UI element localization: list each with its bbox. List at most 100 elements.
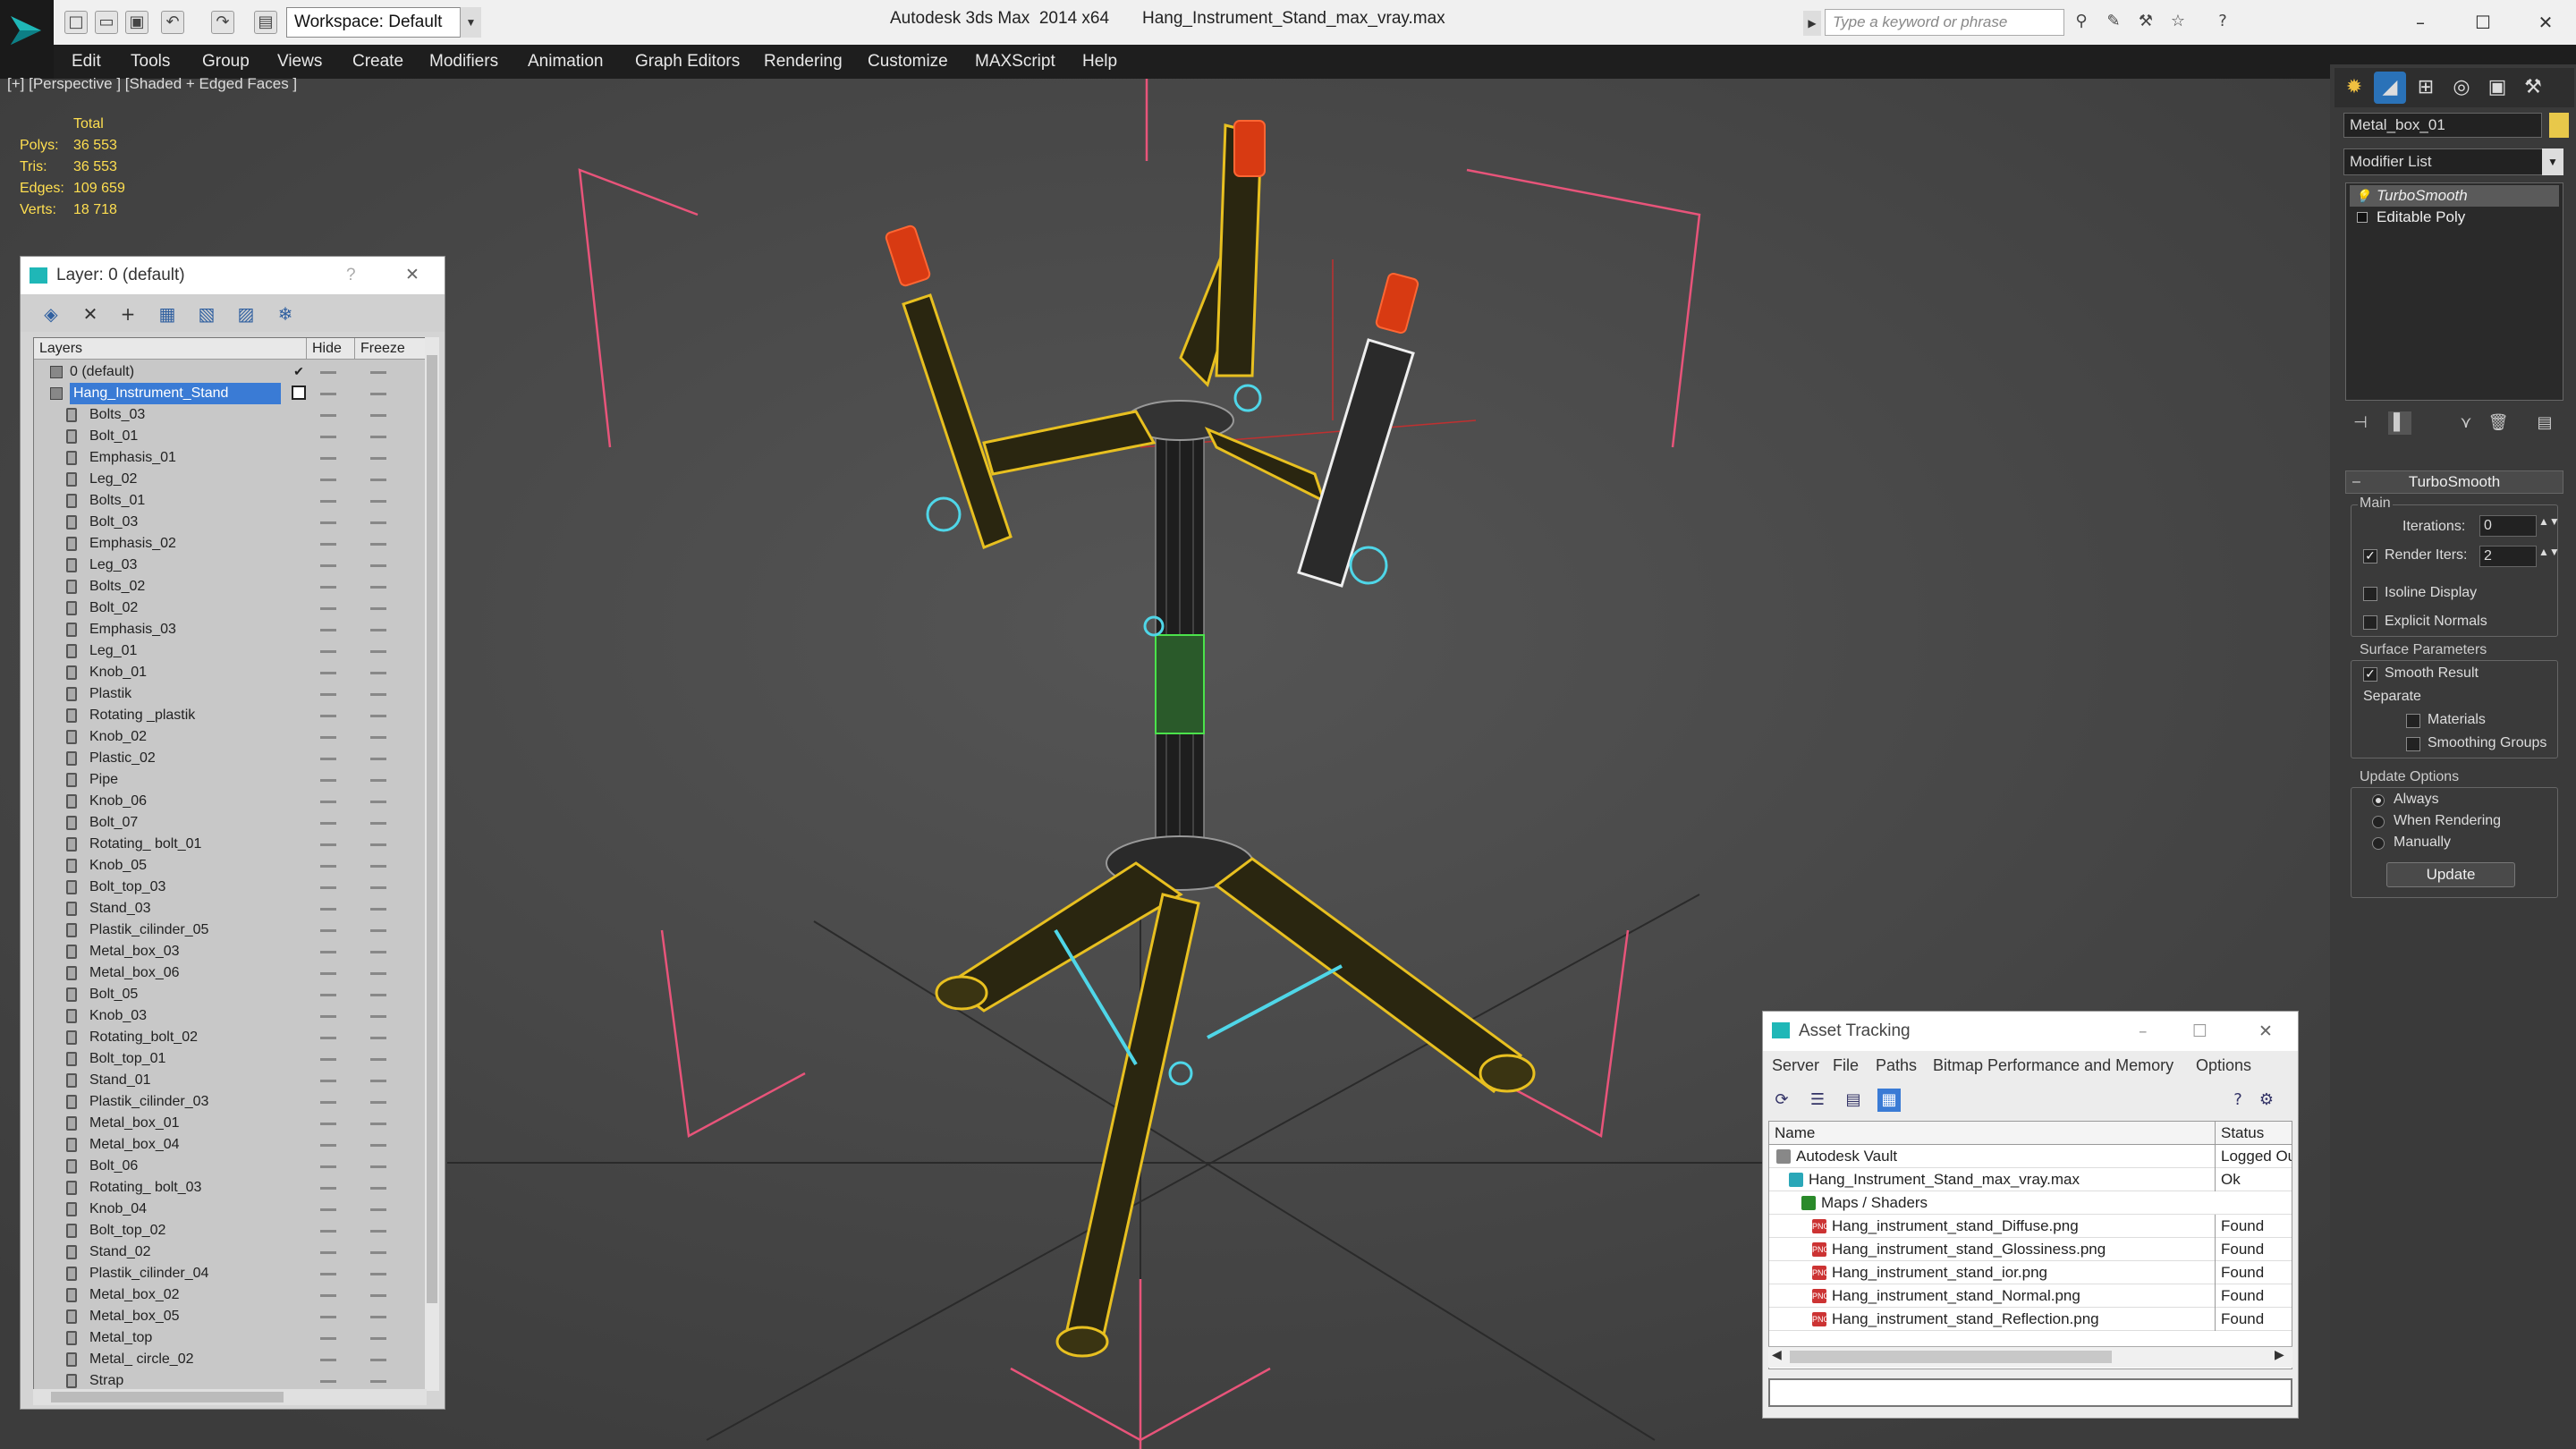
asset-row[interactable]: Hang_Instrument_Stand_max_vray.max Ok: [1769, 1168, 2292, 1191]
hide-toggle[interactable]: [320, 607, 336, 610]
object-row[interactable]: Stand_02: [34, 1241, 410, 1263]
hide-toggle[interactable]: [320, 1273, 336, 1275]
object-row[interactable]: Rotating_bolt_02: [34, 1027, 410, 1048]
configure-sets-icon[interactable]: ▤: [2533, 411, 2556, 435]
object-row[interactable]: Bolts_01: [34, 490, 410, 512]
create-layer-icon[interactable]: ◈: [38, 301, 64, 326]
hide-all-icon[interactable]: ▨: [233, 301, 258, 326]
hide-toggle[interactable]: [320, 1208, 336, 1211]
close-icon[interactable]: ✕: [405, 257, 419, 294]
menu-customize[interactable]: Customize: [868, 45, 948, 79]
close-icon[interactable]: ✕: [2258, 1012, 2273, 1051]
spinner-arrows-icon[interactable]: ▲▼: [2538, 546, 2560, 558]
freeze-toggle[interactable]: [370, 586, 386, 589]
scroll-thumb[interactable]: [1790, 1351, 2112, 1363]
col-freeze[interactable]: Freeze: [354, 338, 405, 360]
settings-icon[interactable]: ⚙: [2255, 1089, 2278, 1112]
communication-icon[interactable]: ✎: [2102, 11, 2125, 34]
freeze-toggle[interactable]: [370, 414, 386, 417]
modifier-list-dropdown[interactable]: Modifier List: [2343, 148, 2563, 175]
layer-list[interactable]: Layers Hide Freeze 0 (default) ✔ Hang_Inst…: [33, 337, 427, 1391]
close-icon[interactable]: ✕: [2528, 7, 2563, 38]
freeze-toggle[interactable]: [370, 1165, 386, 1168]
hide-toggle[interactable]: [320, 1123, 336, 1125]
object-row[interactable]: Rotating_ bolt_03: [34, 1177, 410, 1199]
freeze-toggle[interactable]: [370, 865, 386, 868]
menu-graph-editors[interactable]: Graph Editors: [635, 45, 740, 79]
hide-toggle[interactable]: [320, 865, 336, 868]
object-row[interactable]: Bolts_02: [34, 576, 410, 597]
freeze-toggle[interactable]: [370, 994, 386, 996]
save-file-icon[interactable]: ▣: [125, 11, 148, 34]
layer-panel-title[interactable]: Layer: 0 (default) ? ✕: [21, 257, 445, 294]
menu-tools[interactable]: Tools: [131, 45, 170, 79]
object-row[interactable]: Bolt_03: [34, 512, 410, 533]
undo-icon[interactable]: ↶: [161, 11, 184, 34]
layer-row[interactable]: 0 (default) ✔: [34, 361, 410, 383]
hide-toggle[interactable]: [320, 843, 336, 846]
object-row[interactable]: Knob_05: [34, 855, 410, 877]
object-row[interactable]: Metal_box_03: [34, 941, 410, 962]
hide-toggle[interactable]: [320, 715, 336, 717]
object-row[interactable]: Knob_01: [34, 662, 410, 683]
asset-row[interactable]: PNG Hang_instrument_stand_Diffuse.png Foun…: [1769, 1215, 2292, 1238]
freeze-toggle[interactable]: [370, 886, 386, 889]
chevron-down-icon[interactable]: ▼: [460, 7, 481, 38]
modify-tab-icon[interactable]: ◢: [2374, 72, 2406, 104]
menu-modifiers[interactable]: Modifiers: [429, 45, 498, 79]
utilities-tab-icon[interactable]: ⚒: [2517, 72, 2549, 104]
asset-row[interactable]: PNG Hang_instrument_stand_Reflection.png F…: [1769, 1308, 2292, 1331]
object-row[interactable]: Knob_03: [34, 1005, 410, 1027]
collapse-icon[interactable]: –: [2352, 474, 2360, 490]
update-button[interactable]: Update: [2386, 862, 2515, 887]
hide-toggle[interactable]: [320, 1230, 336, 1233]
menu-server[interactable]: Server: [1772, 1051, 1819, 1080]
exchange-icon[interactable]: ⚒: [2134, 11, 2157, 34]
object-row[interactable]: Plastik_cilinder_03: [34, 1091, 410, 1113]
render-iters-checkbox[interactable]: ✓: [2363, 549, 2377, 564]
freeze-toggle[interactable]: [370, 822, 386, 825]
lightbulb-icon[interactable]: 💡: [2355, 185, 2370, 207]
hide-toggle[interactable]: [320, 650, 336, 653]
remove-modifier-icon[interactable]: 🗑: [2487, 411, 2510, 435]
workspace-dropdown[interactable]: Workspace: Default: [286, 7, 481, 38]
current-layer-checkbox[interactable]: [292, 386, 306, 400]
hide-toggle[interactable]: [320, 1144, 336, 1147]
freeze-toggle[interactable]: [370, 972, 386, 975]
object-row[interactable]: Rotating _plastik: [34, 705, 410, 726]
object-row[interactable]: Emphasis_02: [34, 533, 410, 555]
hide-toggle[interactable]: [320, 1165, 336, 1168]
object-row[interactable]: Bolt_top_01: [34, 1048, 410, 1070]
scroll-thumb[interactable]: [51, 1392, 284, 1402]
viewport-label[interactable]: [+] [Perspective ] [Shaded + Edged Faces…: [7, 75, 297, 93]
hide-toggle[interactable]: [320, 1337, 336, 1340]
freeze-toggle[interactable]: [370, 1208, 386, 1211]
freeze-toggle[interactable]: [370, 1251, 386, 1254]
object-row[interactable]: Metal_box_04: [34, 1134, 410, 1156]
project-folder-icon[interactable]: ▤: [254, 11, 277, 34]
menu-edit[interactable]: Edit: [72, 45, 101, 79]
table-view-icon[interactable]: ▦: [1877, 1089, 1901, 1112]
always-radio[interactable]: [2372, 794, 2385, 807]
chevron-left-icon[interactable]: ◀: [1772, 1347, 1782, 1362]
motion-tab-icon[interactable]: ◎: [2445, 72, 2478, 104]
list-view-icon[interactable]: ☰: [1806, 1089, 1829, 1112]
help-icon[interactable]: ?: [2211, 11, 2234, 34]
freeze-toggle[interactable]: [370, 1080, 386, 1082]
freeze-toggle[interactable]: [370, 1101, 386, 1104]
object-row[interactable]: Plastik_cilinder_05: [34, 919, 410, 941]
asset-scrollbar-horizontal[interactable]: ◀ ▶: [1768, 1346, 2292, 1368]
new-file-icon[interactable]: □: [64, 11, 88, 34]
hide-toggle[interactable]: [320, 758, 336, 760]
col-layers[interactable]: Layers: [39, 338, 82, 360]
object-row[interactable]: Metal_box_01: [34, 1113, 410, 1134]
select-objects-icon[interactable]: ▦: [155, 301, 180, 326]
freeze-toggle[interactable]: [370, 1058, 386, 1061]
add-to-layer-icon[interactable]: +: [115, 301, 140, 326]
object-row[interactable]: Knob_02: [34, 726, 410, 748]
freeze-toggle[interactable]: [370, 672, 386, 674]
search-input[interactable]: Type a keyword or phrase: [1825, 9, 2064, 36]
hide-toggle[interactable]: [320, 693, 336, 696]
object-row[interactable]: Bolt_top_02: [34, 1220, 410, 1241]
hide-toggle[interactable]: [320, 1251, 336, 1254]
